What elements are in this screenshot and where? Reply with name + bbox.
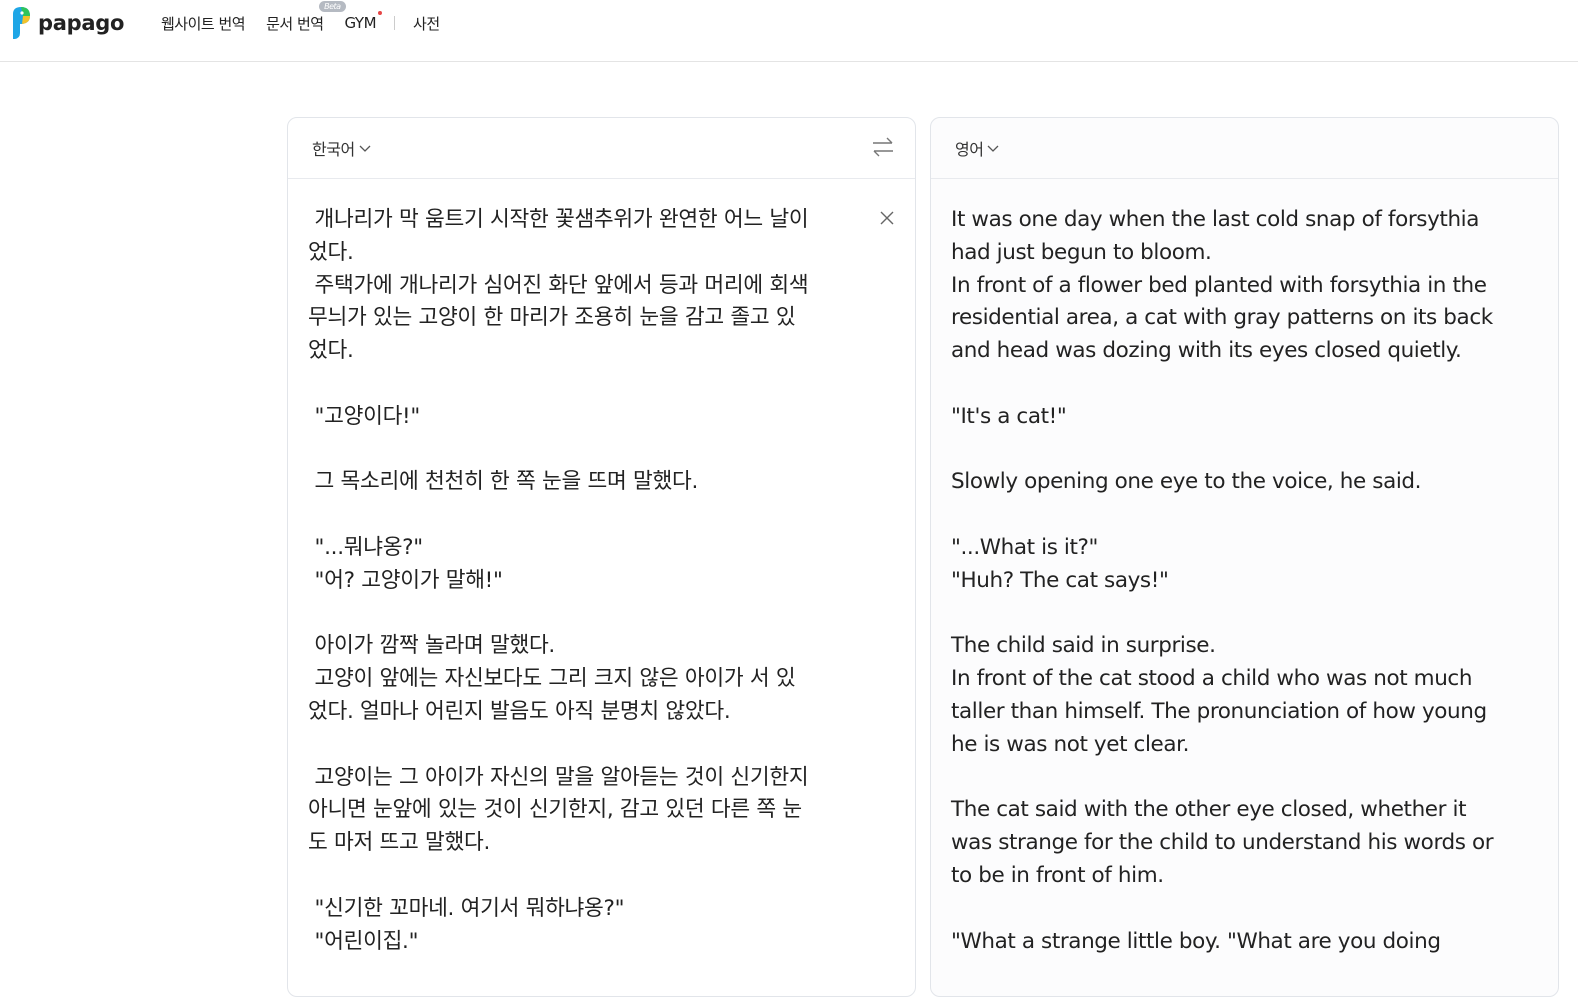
translated-text-line <box>951 893 1538 926</box>
source-text-line <box>308 499 871 532</box>
target-panel: 영어 It was one day when the last cold sna… <box>930 117 1559 997</box>
source-text-line: 아이가 깜짝 놀라며 말했다. <box>308 633 556 659</box>
nav-divider <box>394 16 396 30</box>
source-text-line <box>308 368 871 401</box>
translated-text-line: taller than himself. The pronunciation o… <box>951 698 1487 724</box>
top-navigation-bar: papago 웹사이트 번역 문서 번역 Beta GYM 사전 <box>0 0 1578 62</box>
source-text-line: 주택가에 개나리가 심어진 화단 앞에서 등과 머리에 회색 <box>308 272 809 298</box>
source-text-line: 었다. <box>308 239 354 265</box>
source-text-line: "고양이다!" <box>308 403 421 429</box>
source-text-line: 무늬가 있는 고양이 한 마리가 조용히 눈을 감고 졸고 있 <box>308 305 796 331</box>
source-text-line: 도 마저 뜨고 말했다. <box>308 830 490 856</box>
translated-text-line: to be in front of him. <box>951 862 1164 888</box>
beta-badge: Beta <box>319 0 346 12</box>
nav-dictionary[interactable]: 사전 <box>413 13 440 34</box>
translated-text-line: Slowly opening one eye to the voice, he … <box>951 469 1422 495</box>
translated-text-line <box>951 499 1538 532</box>
source-text-line <box>308 434 871 467</box>
source-text-line: 그 목소리에 천천히 한 쪽 눈을 뜨며 말했다. <box>308 469 699 495</box>
source-text-line: 었다. <box>308 338 354 364</box>
source-panel-header: 한국어 <box>288 118 915 179</box>
translated-text-line: residential area, a cat with gray patter… <box>951 305 1493 331</box>
target-language-label: 영어 <box>955 140 984 159</box>
main-nav: 웹사이트 번역 문서 번역 Beta GYM 사전 <box>161 0 461 34</box>
chevron-down-icon <box>987 145 999 152</box>
translated-text-area: It was one day when the last cold snap o… <box>951 204 1538 958</box>
source-language-label: 한국어 <box>312 140 355 159</box>
translated-text-line: had just begun to bloom. <box>951 239 1212 265</box>
source-text-line: "어? 고양이가 말해!" <box>308 567 503 593</box>
source-language-select[interactable]: 한국어 <box>312 136 371 160</box>
translated-text-line: In front of a flower bed planted with fo… <box>951 272 1487 298</box>
translated-text-line: "What a strange little boy. "What are yo… <box>951 928 1441 954</box>
translated-text-line: In front of the cat stood a child who wa… <box>951 666 1473 692</box>
translated-text-line: "Huh? The cat says!" <box>951 567 1169 593</box>
source-text-line: "어린이집." <box>308 928 419 954</box>
nav-gym-label: GYM <box>344 14 377 32</box>
translated-text-line: he is was not yet clear. <box>951 731 1190 757</box>
source-text-line: 개나리가 막 움트기 시작한 꽃샘추위가 완연한 어느 날이 <box>308 207 809 232</box>
source-text-line <box>308 860 871 893</box>
translated-text-line: and head was dozing with its eyes closed… <box>951 338 1462 364</box>
source-panel: 한국어 개나리가 막 움트기 시작한 꽃샘추위가 완연한 어느 날이었다. 주택… <box>287 117 916 997</box>
translated-text-line: The child said in surprise. <box>951 633 1216 659</box>
translated-text-line: "It's a cat!" <box>951 403 1067 429</box>
nav-gym[interactable]: GYM <box>344 11 383 32</box>
papago-parrot-icon <box>13 7 30 39</box>
target-panel-header: 영어 <box>931 118 1558 179</box>
clear-text-icon[interactable] <box>879 210 895 226</box>
papago-logo[interactable]: papago <box>10 6 124 40</box>
swap-languages-icon[interactable] <box>871 136 895 158</box>
source-text-line: 었다. 얼마나 어린지 발음도 아직 분명치 않았다. <box>308 698 731 724</box>
source-text-line: "신기한 꼬마네. 여기서 뭐하냐옹?" <box>308 895 625 921</box>
source-text-line <box>308 729 871 762</box>
translated-text-line <box>951 368 1538 401</box>
logo-wordmark: papago <box>38 11 125 35</box>
translated-text-line <box>951 762 1538 795</box>
translated-text-line: The cat said with the other eye closed, … <box>951 797 1467 823</box>
source-text-line: "...뭐냐옹?" <box>308 534 424 560</box>
source-text-area[interactable]: 개나리가 막 움트기 시작한 꽃샘추위가 완연한 어느 날이었다. 주택가에 개… <box>308 204 871 958</box>
source-text-line: 고양이 앞에는 자신보다도 그리 크지 않은 아이가 서 있 <box>308 666 796 692</box>
translated-text-line <box>951 598 1538 631</box>
source-text-line <box>308 598 871 631</box>
source-text-line: 고양이는 그 아이가 자신의 말을 알아듣는 것이 신기한지 <box>308 764 809 790</box>
translated-text-line: It was one day when the last cold snap o… <box>951 207 1480 232</box>
source-text-line: 아니면 눈앞에 있는 것이 신기한지, 감고 있던 다른 쪽 눈 <box>308 797 802 823</box>
target-language-select[interactable]: 영어 <box>955 136 999 160</box>
chevron-down-icon <box>359 145 371 152</box>
nav-website-translate[interactable]: 웹사이트 번역 <box>161 13 246 34</box>
nav-document-translate[interactable]: 문서 번역 Beta <box>266 0 346 34</box>
translated-text-line: was strange for the child to understand … <box>951 830 1494 856</box>
nav-document-translate-label: 문서 번역 <box>266 14 324 33</box>
translated-text-line: "...What is it?" <box>951 534 1099 560</box>
new-indicator-dot <box>378 11 383 15</box>
translated-text-line <box>951 434 1538 467</box>
